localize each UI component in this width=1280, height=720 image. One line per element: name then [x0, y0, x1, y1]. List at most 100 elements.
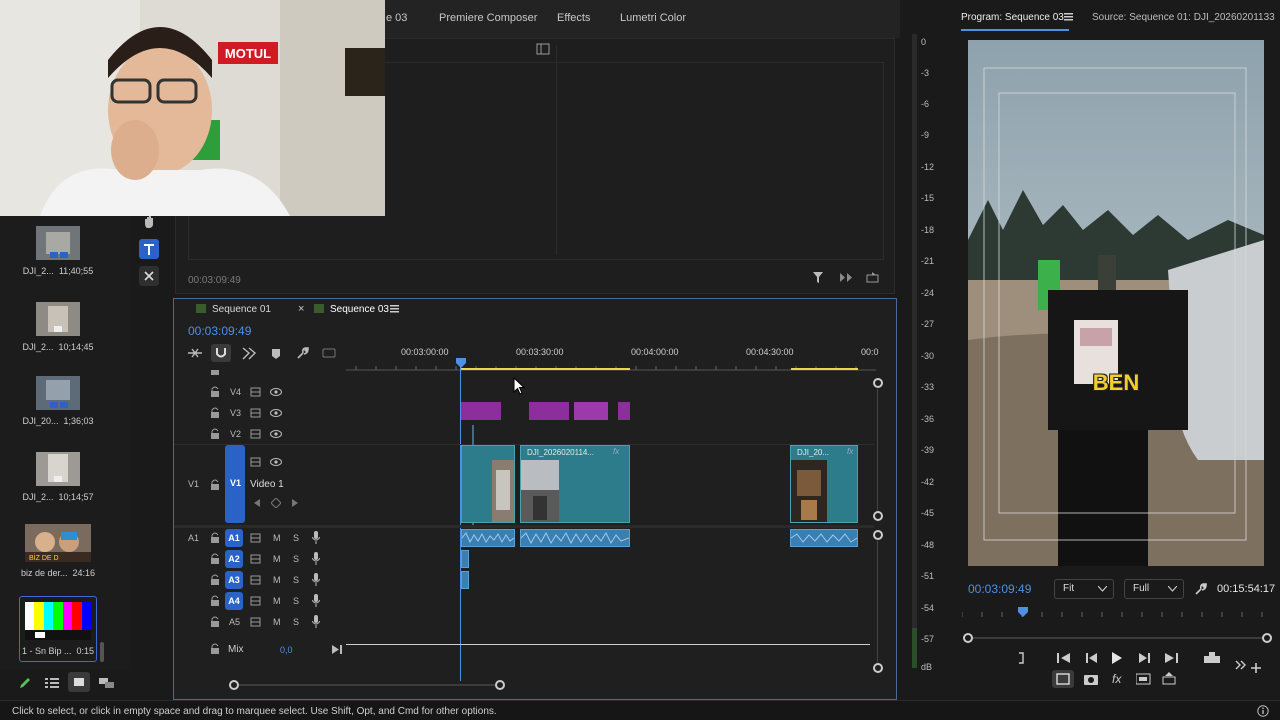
pencil-icon[interactable] — [18, 676, 32, 690]
step-back-icon[interactable] — [1086, 653, 1098, 663]
wrench-icon[interactable] — [1194, 583, 1207, 596]
solo-button[interactable]: S — [293, 617, 299, 627]
v3-clip[interactable] — [461, 402, 501, 420]
bin-item[interactable]: DJI_20... 1;36;03 — [3, 376, 113, 426]
tab-sequence-01[interactable]: Sequence 01 — [212, 304, 271, 315]
v1-clip-end[interactable]: DJI_20... fx — [790, 445, 858, 523]
time-ruler[interactable] — [346, 361, 876, 371]
sync-lock-icon[interactable] — [250, 617, 261, 627]
v-scroll-handle-top[interactable] — [873, 378, 883, 388]
a2-clip[interactable] — [461, 550, 469, 568]
mute-button[interactable]: M — [273, 596, 281, 606]
add-keyframe-icon[interactable] — [271, 498, 281, 508]
solo-button[interactable]: S — [293, 596, 299, 606]
track-target-a1[interactable]: A1 — [225, 529, 243, 547]
bin-item[interactable]: DJI_2... 10;14;57 — [3, 452, 113, 502]
track-target-a3[interactable]: A3 — [225, 571, 243, 589]
timeline-timecode[interactable]: 00:03:09:49 — [188, 324, 251, 338]
lock-icon[interactable] — [210, 479, 220, 491]
lock-icon[interactable] — [210, 428, 220, 440]
lock-icon[interactable] — [210, 595, 220, 607]
captions-icon[interactable] — [322, 347, 336, 359]
panel-menu-icon[interactable] — [390, 305, 399, 313]
sync-lock-icon[interactable] — [250, 408, 261, 418]
eye-icon[interactable] — [270, 457, 282, 467]
more-controls-icon[interactable] — [1235, 660, 1247, 670]
v3-clip[interactable] — [574, 402, 608, 420]
step-forward-icon[interactable] — [1138, 653, 1150, 663]
quality-dropdown[interactable]: Full — [1124, 579, 1184, 599]
playhead-handle[interactable] — [456, 358, 466, 368]
mix-value[interactable]: 0,0 — [280, 645, 293, 655]
microphone-icon[interactable] — [312, 531, 320, 545]
mark-out-icon[interactable] — [1018, 652, 1026, 664]
sync-lock-icon[interactable] — [250, 429, 261, 439]
v-scroll-handle-bottom[interactable] — [873, 511, 883, 521]
lock-icon[interactable] — [210, 386, 220, 398]
prev-keyframe-icon[interactable] — [254, 499, 260, 507]
info-icon[interactable] — [1257, 705, 1269, 717]
bin-item[interactable]: DJI_2... 10;14;45 — [3, 302, 113, 352]
export-frame-icon[interactable] — [1162, 672, 1176, 685]
fit-dropdown[interactable]: Fit — [1054, 579, 1114, 599]
bin-item[interactable]: BİZ DE D biz de der... 24:16 — [3, 524, 113, 578]
program-zoom-right[interactable] — [1262, 633, 1272, 643]
zoom-handle-left[interactable] — [229, 680, 239, 690]
solo-button[interactable]: S — [293, 575, 299, 585]
program-ruler[interactable] — [962, 608, 1272, 618]
bin-item[interactable]: DJI_2... 11;40;55 — [3, 226, 113, 276]
lock-icon[interactable] — [210, 616, 220, 628]
solo-button[interactable]: S — [293, 554, 299, 564]
program-zoom-bar[interactable] — [973, 637, 1263, 639]
lock-icon[interactable] — [210, 553, 220, 565]
filter-icon[interactable] — [812, 271, 824, 284]
track-target-a2[interactable]: A2 — [225, 550, 243, 568]
a1-clip[interactable] — [520, 529, 630, 547]
go-to-out-icon[interactable] — [332, 645, 342, 654]
icon-view-button[interactable] — [68, 672, 90, 692]
play-only-icon[interactable] — [839, 272, 853, 283]
lock-icon[interactable] — [210, 367, 220, 375]
freeform-view-icon[interactable] — [99, 677, 115, 689]
bin-item-selected[interactable]: 1 - Sn Bip ... 0:15 — [19, 596, 97, 662]
add-marker-icon[interactable] — [271, 348, 281, 360]
remix-tool-icon[interactable] — [139, 266, 159, 286]
v3-clip[interactable] — [618, 402, 630, 420]
next-keyframe-icon[interactable] — [292, 499, 298, 507]
source-tab[interactable]: Source: Sequence 01: DJI_20260201133 — [1092, 12, 1280, 23]
fx-toggle[interactable]: fx — [1112, 672, 1121, 686]
linked-selection-icon[interactable] — [242, 347, 256, 360]
a-scroll-handle-bottom[interactable] — [873, 663, 883, 673]
microphone-icon[interactable] — [312, 615, 320, 629]
tab-lumetri-color[interactable]: Lumetri Color — [620, 12, 686, 24]
panel-toggle-icon[interactable] — [536, 43, 550, 55]
sync-lock-icon[interactable] — [250, 554, 261, 564]
program-zoom-left[interactable] — [963, 633, 973, 643]
eye-icon[interactable] — [270, 387, 282, 397]
program-title[interactable]: Program: Sequence 03 — [961, 12, 1064, 23]
sync-lock-icon[interactable] — [250, 387, 261, 397]
insert-sequence-icon[interactable] — [188, 347, 202, 359]
a-scroll-handle-top[interactable] — [873, 530, 883, 540]
sync-lock-icon[interactable] — [250, 457, 261, 467]
mute-button[interactable]: M — [273, 575, 281, 585]
tab-sequence-03[interactable]: Sequence 03 — [330, 304, 389, 315]
zoom-bar[interactable] — [239, 684, 495, 686]
panel-menu-icon[interactable] — [1064, 13, 1073, 21]
zoom-handle-right[interactable] — [495, 680, 505, 690]
play-icon[interactable] — [1112, 652, 1122, 664]
go-to-out-icon[interactable] — [1164, 653, 1178, 663]
eye-icon[interactable] — [270, 429, 282, 439]
close-tab-icon[interactable]: × — [298, 303, 304, 315]
program-playhead[interactable] — [1018, 607, 1028, 617]
tab-sequence[interactable]: e 03 — [386, 12, 407, 24]
lock-icon[interactable] — [210, 407, 220, 419]
export-icon[interactable] — [866, 271, 879, 283]
a1-clip[interactable] — [461, 529, 515, 547]
add-button-icon[interactable] — [1251, 663, 1261, 673]
settings-wrench-icon[interactable] — [296, 347, 309, 360]
lock-icon[interactable] — [210, 532, 220, 544]
v1-clip-main[interactable]: DJI_2026020114... fx — [520, 445, 630, 523]
mute-button[interactable]: M — [273, 554, 281, 564]
bin-scrollbar[interactable] — [100, 642, 104, 662]
